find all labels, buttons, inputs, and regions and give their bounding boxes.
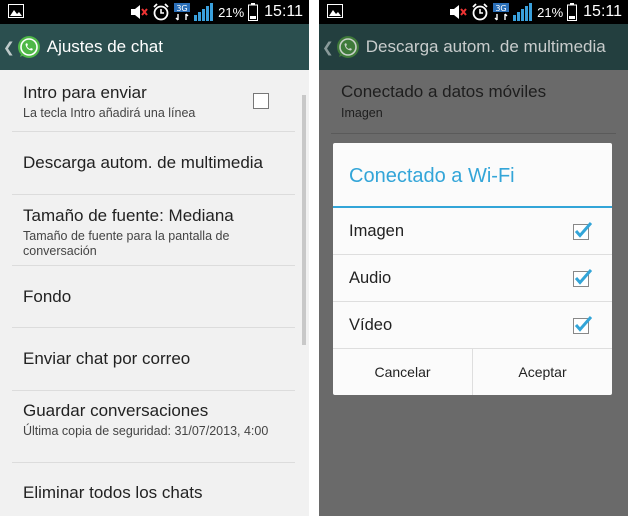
setting-title: Tamaño de fuente: Mediana: [23, 206, 234, 225]
setting-title: Guardar conversaciones: [23, 401, 209, 420]
option-label: Audio: [349, 269, 392, 287]
accept-button[interactable]: Aceptar: [472, 349, 612, 395]
setting-subtitle: Última copia de seguridad: 31/07/2013, 4…: [23, 424, 269, 438]
setting-delete-all-chats[interactable]: Eliminar todos los chats: [12, 463, 295, 516]
alarm-icon: [152, 3, 170, 21]
scrollbar[interactable]: [302, 95, 306, 345]
option-video[interactable]: Vídeo: [333, 302, 612, 349]
setting-title: Eliminar todos los chats: [23, 483, 203, 502]
checkbox-checked-icon[interactable]: [573, 315, 593, 334]
status-bar: 3G 21% 15:11: [319, 0, 628, 24]
option-image[interactable]: Imagen: [333, 208, 612, 255]
setting-backup-conversations[interactable]: Guardar conversaciones Última copia de s…: [12, 391, 295, 463]
back-chevron-icon[interactable]: ❮: [322, 39, 334, 56]
setting-subtitle: Imagen: [341, 106, 383, 120]
setting-title: Conectado a datos móviles: [341, 82, 547, 101]
setting-email-chat[interactable]: Enviar chat por correo: [12, 328, 295, 391]
setting-subtitle: Tamaño de fuente para la pantalla de con…: [23, 229, 230, 258]
status-bar: 3G 21% 15:11: [0, 0, 309, 24]
setting-wallpaper[interactable]: Fondo: [12, 266, 295, 328]
volume-muted-icon: [130, 4, 148, 20]
settings-list: Intro para enviar La tecla Intro añadirá…: [0, 70, 309, 516]
battery-percent: 21%: [537, 4, 564, 20]
gallery-icon: [8, 4, 24, 23]
panel-divider: [309, 0, 319, 516]
divider: [331, 133, 616, 134]
battery-percent: 21%: [218, 4, 245, 20]
volume-muted-icon: [449, 4, 467, 20]
clock: 15:11: [264, 3, 303, 20]
signal-icon: [513, 3, 533, 21]
enter-to-send-checkbox[interactable]: [253, 93, 269, 109]
network-3g-icon: 3G: [174, 3, 191, 21]
setting-enter-to-send[interactable]: Intro para enviar La tecla Intro añadirá…: [12, 70, 295, 132]
battery-icon: [567, 3, 578, 21]
svg-text:3G: 3G: [495, 4, 506, 13]
option-label: Vídeo: [349, 316, 393, 334]
setting-media-auto-download[interactable]: Descarga autom. de multimedia: [12, 132, 295, 195]
checkbox-checked-icon[interactable]: [573, 221, 593, 240]
back-chevron-icon[interactable]: ❮: [3, 39, 15, 56]
setting-font-size[interactable]: Tamaño de fuente: Mediana Tamaño de fuen…: [12, 195, 295, 266]
wifi-download-dialog: Conectado a Wi-Fi Imagen Audio Vídeo Can…: [333, 143, 612, 395]
page-title: Ajustes de chat: [46, 37, 163, 56]
setting-title: Enviar chat por correo: [23, 349, 191, 368]
setting-title: Fondo: [23, 286, 72, 306]
whatsapp-logo-icon[interactable]: [336, 35, 360, 59]
gallery-icon: [327, 4, 343, 23]
page-title: Descarga autom. de multimedia: [365, 37, 606, 56]
option-audio[interactable]: Audio: [333, 255, 612, 302]
dialog-button-row: Cancelar Aceptar: [333, 349, 612, 395]
network-3g-icon: 3G: [493, 3, 510, 21]
option-label: Imagen: [349, 222, 405, 240]
signal-icon: [194, 3, 214, 21]
dialog-title: Conectado a Wi-Fi: [349, 165, 515, 187]
media-auto-download-screen: 3G 21% 15:11 ❮ Descarga autom. de multim…: [319, 0, 628, 516]
checkbox-checked-icon[interactable]: [573, 268, 593, 287]
action-bar: ❮ Descarga autom. de multimedia: [319, 24, 628, 70]
battery-icon: [248, 3, 259, 21]
chat-settings-screen: 3G 21% 15:11 ❮ Ajustes de chat Intro par…: [0, 0, 309, 516]
clock: 15:11: [583, 3, 622, 20]
whatsapp-logo-icon[interactable]: [17, 35, 41, 59]
svg-text:3G: 3G: [176, 4, 187, 13]
setting-title: Descarga autom. de multimedia: [23, 153, 264, 172]
alarm-icon: [471, 3, 489, 21]
cancel-button[interactable]: Cancelar: [333, 349, 472, 395]
action-bar: ❮ Ajustes de chat: [0, 24, 309, 70]
mobile-data-setting: Conectado a datos móviles Imagen: [341, 82, 546, 120]
